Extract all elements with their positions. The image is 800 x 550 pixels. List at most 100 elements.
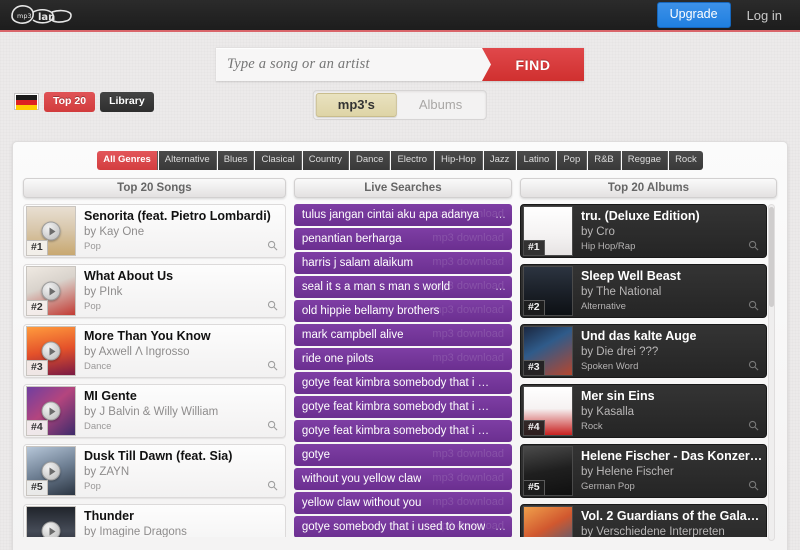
tab-library[interactable]: Library <box>100 92 154 112</box>
search-box: FIND <box>216 47 584 81</box>
live-search-item[interactable]: mp3 download tulus jangan cintai aku apa … <box>293 203 512 226</box>
site-logo[interactable]: mp3 lan <box>8 3 74 27</box>
live-search-item[interactable]: mp3 download ride one pilots <box>293 347 512 370</box>
tab-mp3s[interactable]: mp3's <box>315 93 397 117</box>
song-thumbnail[interactable]: #3 <box>26 325 76 376</box>
album-row[interactable]: #4 Mer sin Eins by Kasalla Rock <box>519 383 767 438</box>
genre-dance[interactable]: Dance <box>349 151 391 170</box>
genre-r-b[interactable]: R&B <box>588 151 621 170</box>
search-row-icon[interactable] <box>267 420 278 431</box>
albums-scrollbar-thumb[interactable] <box>769 206 774 307</box>
song-title: Dusk Till Dawn (feat. Sia) <box>84 448 233 463</box>
album-thumbnail[interactable]: #6 <box>522 505 573 537</box>
song-title: Senorita (feat. Pietro Lombardi) <box>84 208 271 223</box>
ghost-label: mp3 download <box>432 351 504 364</box>
live-search-text: tulus jangan cintai aku apa adanya <box>301 208 479 221</box>
album-meta: Mer sin Eins by Kasalla Rock <box>573 385 766 437</box>
live-search-item[interactable]: mp3 download gotye somebody that i used t… <box>293 515 512 537</box>
play-icon[interactable] <box>41 221 61 240</box>
genre-electro[interactable]: Electro <box>391 151 435 170</box>
search-row-icon[interactable] <box>267 480 278 491</box>
genre-rock[interactable]: Rock <box>669 151 703 170</box>
tab-top20[interactable]: Top 20 <box>44 92 96 112</box>
album-row[interactable]: #6 Vol. 2 Guardians of the Galaxy: A... by… <box>519 503 767 537</box>
albums-scrollbar[interactable] <box>768 203 775 541</box>
song-thumbnail[interactable]: #5 <box>26 445 76 496</box>
live-search-item[interactable]: mp3 download mark campbell alive <box>293 323 512 346</box>
album-thumbnail[interactable]: #2 <box>522 265 573 316</box>
album-title: Und das kalte Auge <box>580 328 697 343</box>
top-albums-list: #1 tru. (Deluxe Edition) by Cro Hip Hop/Rap… <box>519 203 777 537</box>
tab-row: Top 20 Library mp3's Albums <box>0 90 800 120</box>
song-thumbnail[interactable]: #6 <box>26 505 76 537</box>
search-row-icon[interactable] <box>267 360 278 371</box>
song-row[interactable]: #5 Dusk Till Dawn (feat. Sia) by ZAYN Pop <box>23 443 286 498</box>
live-search-item[interactable]: gotye feat kimbra somebody that i used t… <box>293 371 512 394</box>
play-icon[interactable] <box>41 341 61 360</box>
genre-clasical[interactable]: Clasical <box>255 151 302 170</box>
search-input[interactable] <box>216 48 482 81</box>
live-search-item[interactable]: mp3 download old hippie bellamy brothers <box>293 299 512 322</box>
song-thumbnail[interactable]: #1 <box>26 205 76 256</box>
live-search-item[interactable]: mp3 download without you yellow claw <box>293 467 512 490</box>
search-row-icon[interactable] <box>748 420 759 431</box>
column-top-albums: Top 20 Albums #1 tru. (Deluxe Edition) by … <box>519 177 777 541</box>
song-thumbnail[interactable]: #4 <box>26 385 76 436</box>
upgrade-button[interactable]: Upgrade <box>656 2 731 28</box>
country-flag-de-icon[interactable] <box>14 93 39 111</box>
live-search-item[interactable]: gotye feat kimbra somebody that i used t… <box>293 419 512 442</box>
song-row[interactable]: #2 What About Us by PInk Pop <box>23 263 286 318</box>
search-row-icon[interactable] <box>748 360 759 371</box>
play-icon[interactable] <box>41 281 61 300</box>
album-row[interactable]: #3 Und das kalte Auge by Die drei ??? Spoke… <box>519 323 767 378</box>
album-title: tru. (Deluxe Edition) <box>580 208 700 223</box>
genre-pop[interactable]: Pop <box>557 151 588 170</box>
album-thumbnail[interactable]: #5 <box>522 445 573 496</box>
genre-alternative[interactable]: Alternative <box>158 151 217 170</box>
tab-albums[interactable]: Albums <box>397 93 484 117</box>
rank-badge: #5 <box>27 480 48 495</box>
live-search-item[interactable]: mp3 download gotye <box>293 443 512 466</box>
search-row-icon[interactable] <box>748 240 759 251</box>
genre-hip-hop[interactable]: Hip-Hop <box>435 151 483 170</box>
search-row-icon[interactable] <box>748 480 759 491</box>
genre-all-genres[interactable]: All Genres <box>97 151 158 170</box>
live-search-item[interactable]: gotye feat kimbra somebody that i used t… <box>293 395 512 418</box>
album-thumbnail[interactable]: #4 <box>522 385 573 436</box>
album-thumbnail[interactable]: #1 <box>522 205 573 256</box>
song-thumbnail[interactable]: #2 <box>26 265 76 316</box>
rank-badge: #4 <box>523 420 545 435</box>
play-icon[interactable] <box>41 461 61 480</box>
album-row[interactable]: #2 Sleep Well Beast by The National Alterna… <box>519 263 767 318</box>
column-live-searches: Live Searches mp3 download tulus jangan c… <box>293 177 512 537</box>
album-genre: Alternative <box>580 301 626 313</box>
genre-reggae[interactable]: Reggae <box>621 151 669 170</box>
search-row-icon[interactable] <box>748 300 759 311</box>
genre-jazz[interactable]: Jazz <box>483 151 517 170</box>
live-search-item[interactable]: mp3 download harris j salam alaikum <box>293 251 512 274</box>
live-search-item[interactable]: mp3 download penantian berharga <box>293 227 512 250</box>
album-row[interactable]: #1 tru. (Deluxe Edition) by Cro Hip Hop/Rap <box>519 203 767 258</box>
song-row[interactable]: #3 More Than You Know by Axwell Λ Ingrosso… <box>23 323 286 378</box>
song-row[interactable]: #1 Senorita (feat. Pietro Lombardi) by Kay… <box>23 203 286 258</box>
genre-blues[interactable]: Blues <box>217 151 255 170</box>
play-icon[interactable] <box>41 521 61 537</box>
search-row-icon[interactable] <box>267 300 278 311</box>
live-search-item[interactable]: mp3 download yellow claw without you <box>293 491 512 514</box>
album-row[interactable]: #5 Helene Fischer - Das Konzert aus... by … <box>519 443 767 498</box>
search-row-icon[interactable] <box>267 240 278 251</box>
find-button[interactable]: FIND <box>482 48 584 81</box>
song-row[interactable]: #6 Thunder by Imagine Dragons <box>23 503 286 537</box>
album-title: Helene Fischer - Das Konzert aus... <box>580 448 766 463</box>
live-search-text: gotye somebody that i used to know <box>301 520 486 533</box>
album-artist: by Verschiedene Interpreten <box>580 526 725 537</box>
login-link[interactable]: Log in <box>741 4 788 27</box>
play-icon[interactable] <box>41 401 61 420</box>
live-search-text: gotye <box>301 448 331 461</box>
genre-country[interactable]: Country <box>302 151 349 170</box>
ghost-label: mp3 download <box>432 495 504 508</box>
song-row[interactable]: #4 MI Gente by J Balvin & Willy William Dan… <box>23 383 286 438</box>
genre-latino[interactable]: Latino <box>517 151 557 170</box>
album-thumbnail[interactable]: #3 <box>522 325 573 376</box>
live-search-item[interactable]: mp3 download seal it s a man s man s worl… <box>293 275 512 298</box>
